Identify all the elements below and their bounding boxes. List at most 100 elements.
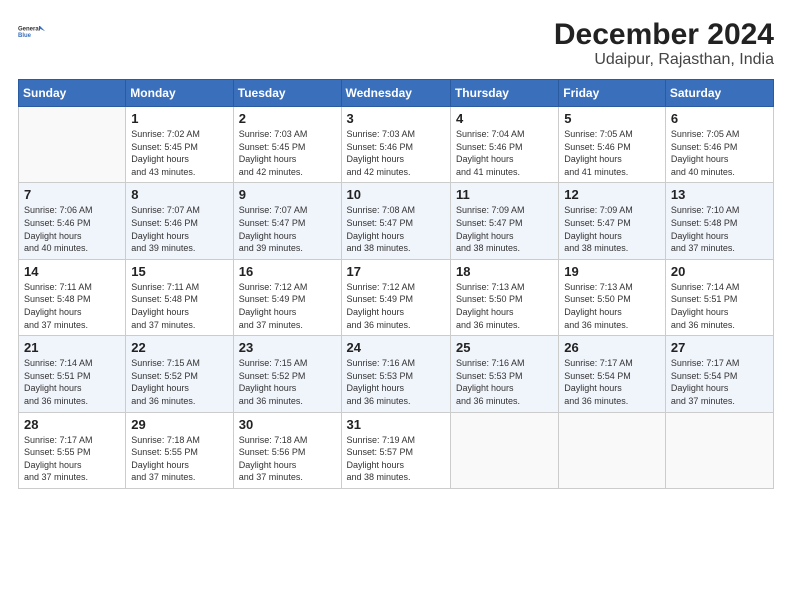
day-number: 18 xyxy=(456,264,553,279)
day-number: 6 xyxy=(671,111,768,126)
table-row: 30 Sunrise: 7:18 AMSunset: 5:56 PMDaylig… xyxy=(233,412,341,488)
col-friday: Friday xyxy=(559,80,666,107)
table-row: 12 Sunrise: 7:09 AMSunset: 5:47 PMDaylig… xyxy=(559,183,666,259)
day-info: Sunrise: 7:11 AMSunset: 5:48 PMDaylight … xyxy=(24,282,92,330)
day-number: 16 xyxy=(239,264,336,279)
day-info: Sunrise: 7:18 AMSunset: 5:56 PMDaylight … xyxy=(239,435,308,483)
day-info: Sunrise: 7:07 AMSunset: 5:46 PMDaylight … xyxy=(131,205,200,253)
day-info: Sunrise: 7:14 AMSunset: 5:51 PMDaylight … xyxy=(24,358,93,406)
table-row: 4 Sunrise: 7:04 AMSunset: 5:46 PMDayligh… xyxy=(450,107,558,183)
day-info: Sunrise: 7:12 AMSunset: 5:49 PMDaylight … xyxy=(347,282,416,330)
day-info: Sunrise: 7:17 AMSunset: 5:54 PMDaylight … xyxy=(671,358,740,406)
day-info: Sunrise: 7:07 AMSunset: 5:47 PMDaylight … xyxy=(239,205,308,253)
day-number: 24 xyxy=(347,340,445,355)
day-info: Sunrise: 7:17 AMSunset: 5:54 PMDaylight … xyxy=(564,358,633,406)
table-row: 21 Sunrise: 7:14 AMSunset: 5:51 PMDaylig… xyxy=(19,336,126,412)
day-info: Sunrise: 7:12 AMSunset: 5:49 PMDaylight … xyxy=(239,282,308,330)
day-number: 21 xyxy=(24,340,120,355)
title-block: December 2024 Udaipur, Rajasthan, India xyxy=(554,18,774,69)
col-monday: Monday xyxy=(126,80,233,107)
col-thursday: Thursday xyxy=(450,80,558,107)
header: General Blue December 2024 Udaipur, Raja… xyxy=(18,18,774,69)
calendar-table: Sunday Monday Tuesday Wednesday Thursday… xyxy=(18,79,774,489)
day-number: 26 xyxy=(564,340,660,355)
day-info: Sunrise: 7:09 AMSunset: 5:47 PMDaylight … xyxy=(456,205,525,253)
table-row: 28 Sunrise: 7:17 AMSunset: 5:55 PMDaylig… xyxy=(19,412,126,488)
day-info: Sunrise: 7:03 AMSunset: 5:45 PMDaylight … xyxy=(239,129,308,177)
col-saturday: Saturday xyxy=(665,80,773,107)
table-row: 13 Sunrise: 7:10 AMSunset: 5:48 PMDaylig… xyxy=(665,183,773,259)
day-info: Sunrise: 7:17 AMSunset: 5:55 PMDaylight … xyxy=(24,435,93,483)
day-number: 12 xyxy=(564,187,660,202)
day-info: Sunrise: 7:10 AMSunset: 5:48 PMDaylight … xyxy=(671,205,740,253)
day-number: 9 xyxy=(239,187,336,202)
day-info: Sunrise: 7:16 AMSunset: 5:53 PMDaylight … xyxy=(456,358,525,406)
table-row: 25 Sunrise: 7:16 AMSunset: 5:53 PMDaylig… xyxy=(450,336,558,412)
day-info: Sunrise: 7:18 AMSunset: 5:55 PMDaylight … xyxy=(131,435,200,483)
table-row: 24 Sunrise: 7:16 AMSunset: 5:53 PMDaylig… xyxy=(341,336,450,412)
table-row: 19 Sunrise: 7:13 AMSunset: 5:50 PMDaylig… xyxy=(559,259,666,335)
day-number: 27 xyxy=(671,340,768,355)
table-row: 22 Sunrise: 7:15 AMSunset: 5:52 PMDaylig… xyxy=(126,336,233,412)
day-number: 19 xyxy=(564,264,660,279)
day-info: Sunrise: 7:08 AMSunset: 5:47 PMDaylight … xyxy=(347,205,416,253)
day-info: Sunrise: 7:04 AMSunset: 5:46 PMDaylight … xyxy=(456,129,525,177)
day-number: 3 xyxy=(347,111,445,126)
svg-text:Blue: Blue xyxy=(18,33,32,39)
table-row: 17 Sunrise: 7:12 AMSunset: 5:49 PMDaylig… xyxy=(341,259,450,335)
page-title: December 2024 xyxy=(554,18,774,51)
table-row: 31 Sunrise: 7:19 AMSunset: 5:57 PMDaylig… xyxy=(341,412,450,488)
day-number: 10 xyxy=(347,187,445,202)
table-row: 16 Sunrise: 7:12 AMSunset: 5:49 PMDaylig… xyxy=(233,259,341,335)
table-row: 5 Sunrise: 7:05 AMSunset: 5:46 PMDayligh… xyxy=(559,107,666,183)
calendar-week-row: 14 Sunrise: 7:11 AMSunset: 5:48 PMDaylig… xyxy=(19,259,774,335)
table-row: 14 Sunrise: 7:11 AMSunset: 5:48 PMDaylig… xyxy=(19,259,126,335)
table-row: 10 Sunrise: 7:08 AMSunset: 5:47 PMDaylig… xyxy=(341,183,450,259)
day-info: Sunrise: 7:03 AMSunset: 5:46 PMDaylight … xyxy=(347,129,416,177)
day-info: Sunrise: 7:11 AMSunset: 5:48 PMDaylight … xyxy=(131,282,199,330)
calendar-week-row: 28 Sunrise: 7:17 AMSunset: 5:55 PMDaylig… xyxy=(19,412,774,488)
svg-text:General: General xyxy=(18,26,41,32)
day-number: 22 xyxy=(131,340,227,355)
day-number: 23 xyxy=(239,340,336,355)
page: General Blue December 2024 Udaipur, Raja… xyxy=(0,0,792,499)
day-number: 30 xyxy=(239,417,336,432)
table-row: 18 Sunrise: 7:13 AMSunset: 5:50 PMDaylig… xyxy=(450,259,558,335)
day-info: Sunrise: 7:02 AMSunset: 5:45 PMDaylight … xyxy=(131,129,200,177)
table-row xyxy=(559,412,666,488)
day-number: 25 xyxy=(456,340,553,355)
calendar-week-row: 7 Sunrise: 7:06 AMSunset: 5:46 PMDayligh… xyxy=(19,183,774,259)
page-subtitle: Udaipur, Rajasthan, India xyxy=(554,51,774,69)
day-info: Sunrise: 7:13 AMSunset: 5:50 PMDaylight … xyxy=(456,282,525,330)
table-row xyxy=(665,412,773,488)
day-info: Sunrise: 7:16 AMSunset: 5:53 PMDaylight … xyxy=(347,358,416,406)
table-row: 15 Sunrise: 7:11 AMSunset: 5:48 PMDaylig… xyxy=(126,259,233,335)
table-row: 3 Sunrise: 7:03 AMSunset: 5:46 PMDayligh… xyxy=(341,107,450,183)
day-number: 13 xyxy=(671,187,768,202)
table-row: 20 Sunrise: 7:14 AMSunset: 5:51 PMDaylig… xyxy=(665,259,773,335)
col-tuesday: Tuesday xyxy=(233,80,341,107)
day-number: 2 xyxy=(239,111,336,126)
table-row: 6 Sunrise: 7:05 AMSunset: 5:46 PMDayligh… xyxy=(665,107,773,183)
day-info: Sunrise: 7:14 AMSunset: 5:51 PMDaylight … xyxy=(671,282,740,330)
day-number: 15 xyxy=(131,264,227,279)
col-sunday: Sunday xyxy=(19,80,126,107)
day-number: 20 xyxy=(671,264,768,279)
table-row xyxy=(19,107,126,183)
day-info: Sunrise: 7:19 AMSunset: 5:57 PMDaylight … xyxy=(347,435,416,483)
day-info: Sunrise: 7:15 AMSunset: 5:52 PMDaylight … xyxy=(239,358,308,406)
logo-icon: General Blue xyxy=(18,18,46,46)
day-number: 11 xyxy=(456,187,553,202)
table-row: 8 Sunrise: 7:07 AMSunset: 5:46 PMDayligh… xyxy=(126,183,233,259)
day-number: 7 xyxy=(24,187,120,202)
day-number: 8 xyxy=(131,187,227,202)
table-row: 7 Sunrise: 7:06 AMSunset: 5:46 PMDayligh… xyxy=(19,183,126,259)
day-info: Sunrise: 7:06 AMSunset: 5:46 PMDaylight … xyxy=(24,205,93,253)
logo: General Blue xyxy=(18,18,46,46)
day-number: 17 xyxy=(347,264,445,279)
table-row: 26 Sunrise: 7:17 AMSunset: 5:54 PMDaylig… xyxy=(559,336,666,412)
table-row: 11 Sunrise: 7:09 AMSunset: 5:47 PMDaylig… xyxy=(450,183,558,259)
table-row: 27 Sunrise: 7:17 AMSunset: 5:54 PMDaylig… xyxy=(665,336,773,412)
table-row xyxy=(450,412,558,488)
calendar-week-row: 1 Sunrise: 7:02 AMSunset: 5:45 PMDayligh… xyxy=(19,107,774,183)
